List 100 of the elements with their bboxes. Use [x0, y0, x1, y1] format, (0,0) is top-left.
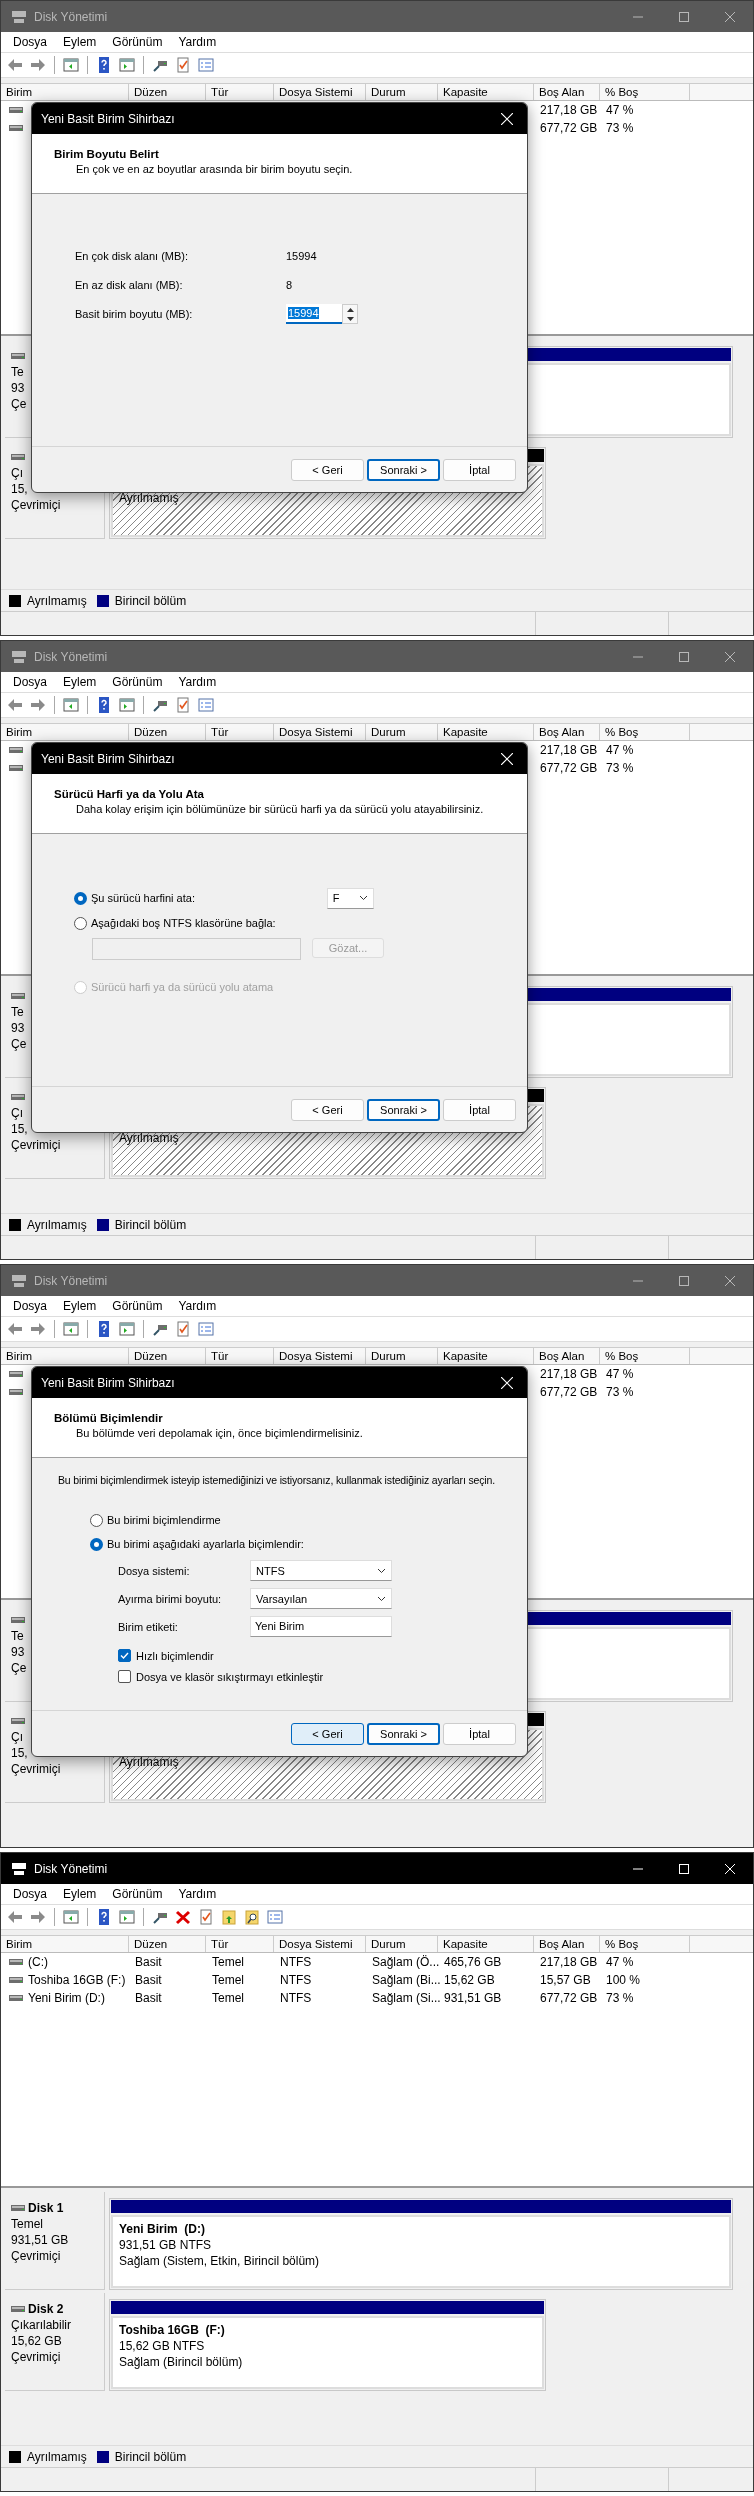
wizard-button[interactable]: < Geri: [291, 1098, 364, 1121]
app-icon: [11, 1273, 27, 1288]
menu-item[interactable]: Dosya: [5, 1887, 55, 1901]
drive-icon: [9, 1388, 23, 1396]
wizard-button[interactable]: İptal: [443, 458, 516, 481]
checklist-icon: [198, 1909, 214, 1925]
checkbox[interactable]: [118, 1670, 131, 1683]
help-icon: [96, 1321, 112, 1337]
menu-item[interactable]: Görünüm: [104, 35, 171, 49]
radio-button[interactable]: [90, 1513, 103, 1527]
wizard-button[interactable]: < Geri: [291, 458, 364, 481]
wizard-button[interactable]: İptal: [443, 1098, 516, 1121]
legend-label: Ayrılmamış: [27, 2449, 87, 2464]
maximize-icon: [679, 1863, 689, 1874]
partition[interactable]: Toshiba 16GB (F:) 15,62 GB NTFS Sağlam (Birincil bölüm): [111, 2316, 544, 2389]
disk-info: Te: [11, 1628, 25, 1644]
table-cell-text: 677,72 GB: [539, 1385, 599, 1399]
maximize-icon: [679, 1275, 689, 1286]
radio-button[interactable]: [90, 1537, 103, 1551]
close-icon: [501, 1376, 513, 1389]
dropdown[interactable]: NTFS: [250, 1560, 392, 1581]
menu-item[interactable]: Görünüm: [104, 1299, 171, 1313]
table-cell-text: NTFS: [279, 1991, 313, 2005]
menu-item[interactable]: Dosya: [5, 675, 55, 689]
menu-item[interactable]: Yardım: [170, 35, 225, 49]
properties-icon: [198, 1321, 214, 1337]
wizard-button[interactable]: Sonraki >: [367, 458, 440, 481]
menu-item[interactable]: Eylem: [55, 1887, 105, 1901]
disk-info: Çevrimiçi: [11, 1761, 62, 1777]
table-cell-text: 677,72 GB: [539, 761, 599, 775]
table-cell-text: Basit: [134, 1973, 163, 1987]
checkbox[interactable]: [118, 1649, 131, 1662]
table-cell-text: 47 %: [605, 1367, 635, 1381]
size-field[interactable]: 15994: [286, 304, 342, 324]
folder-path-field[interactable]: [92, 938, 301, 960]
table-cell-text: 73 %: [605, 1385, 635, 1399]
field-label: En çok disk alanı (MB):: [75, 250, 189, 262]
radio-label[interactable]: Şu sürücü harfini ata:: [91, 892, 195, 904]
app-icon: [11, 649, 27, 664]
wizard-button[interactable]: < Geri: [291, 1722, 364, 1745]
radio-label[interactable]: Aşağıdaki boş NTFS klasörüne bağla:: [91, 917, 276, 929]
disk-info: Çı: [11, 1105, 24, 1121]
disk-info: 93: [11, 1020, 26, 1036]
table-cell-text: 465,76 GB: [443, 1955, 503, 1969]
properties-icon: [198, 57, 214, 73]
wizard-button[interactable]: İptal: [443, 1722, 516, 1745]
wizard-button[interactable]: Sonraki >: [367, 1098, 440, 1121]
menu-item[interactable]: Görünüm: [104, 675, 171, 689]
table-cell-text: 47 %: [605, 1955, 635, 1969]
app-icon: [11, 9, 27, 24]
radio-button[interactable]: [74, 891, 87, 905]
drive-icon: [11, 1616, 25, 1624]
forward-icon: [30, 697, 46, 713]
table-cell-text: Sağlam (Si...: [371, 1991, 438, 2005]
menu-item[interactable]: Yardım: [170, 1299, 225, 1313]
console-tree-icon: [63, 1321, 79, 1337]
table-cell-text: NTFS: [279, 1955, 313, 1969]
disk-info: 15,: [11, 481, 29, 497]
action-pane-icon: [119, 1321, 135, 1337]
menu-item[interactable]: Yardım: [170, 675, 225, 689]
radio-label[interactable]: Bu birimi aşağıdaki ayarlarla biçimlendir:: [107, 1538, 304, 1550]
partition-info: Ayrılmamış: [119, 490, 180, 506]
drive-icon: [9, 1958, 23, 1966]
menu-item[interactable]: Eylem: [55, 35, 105, 49]
properties-icon: [198, 697, 214, 713]
partition[interactable]: Yeni Birim (D:) 931,51 GB NTFS Sağlam (Sistem, Etkin, Birincil bölüm): [111, 2215, 731, 2288]
drive-icon: [11, 352, 25, 360]
disk-info: 931,51 GB: [11, 2232, 70, 2248]
table-cell-text: 217,18 GB: [539, 743, 599, 757]
legend-label: Birincil bölüm: [114, 593, 187, 608]
disk-info: Çe: [11, 396, 28, 412]
wizard-button[interactable]: Sonraki >: [367, 1722, 440, 1745]
menu-item[interactable]: Görünüm: [104, 1887, 171, 1901]
menu-item[interactable]: Dosya: [5, 1299, 55, 1313]
checklist-icon: [175, 1321, 191, 1337]
radio-label[interactable]: Bu birimi biçimlendirme: [107, 1514, 221, 1526]
drive-letter-dropdown[interactable]: F: [326, 887, 374, 909]
toolbar-button[interactable]: [242, 1907, 262, 1927]
menu-item[interactable]: Yardım: [170, 1887, 225, 1901]
drive-icon: [9, 746, 23, 754]
checkbox-label[interactable]: Dosya ve klasör sıkıştırmayı etkinleştir: [136, 1670, 324, 1683]
field-label: En az disk alanı (MB):: [75, 279, 183, 291]
drive-icon: [11, 1717, 25, 1725]
menu-item[interactable]: Dosya: [5, 35, 55, 49]
radio-button[interactable]: [74, 916, 87, 930]
dropdown[interactable]: Varsayılan: [250, 1588, 392, 1609]
label-field[interactable]: Yeni Birim: [250, 1616, 392, 1637]
table-cell: (C:): [28, 1955, 48, 1969]
disk-info: Çe: [11, 1660, 28, 1676]
checklist-icon: [175, 57, 191, 73]
table-cell: Toshiba 16GB (F:): [28, 1973, 126, 1987]
partition-info: Ayrılmamış: [119, 1130, 180, 1146]
spin-buttons[interactable]: [342, 304, 358, 324]
menu-item[interactable]: Eylem: [55, 1299, 105, 1313]
action-pane-icon: [119, 57, 135, 73]
menu-item[interactable]: Eylem: [55, 675, 105, 689]
chevron-down-icon: [377, 1567, 386, 1574]
checkbox-label[interactable]: Hızlı biçimlendir: [136, 1649, 214, 1662]
folder-up-icon: [221, 1909, 237, 1925]
disk-info: Çevrimiçi: [11, 497, 62, 513]
